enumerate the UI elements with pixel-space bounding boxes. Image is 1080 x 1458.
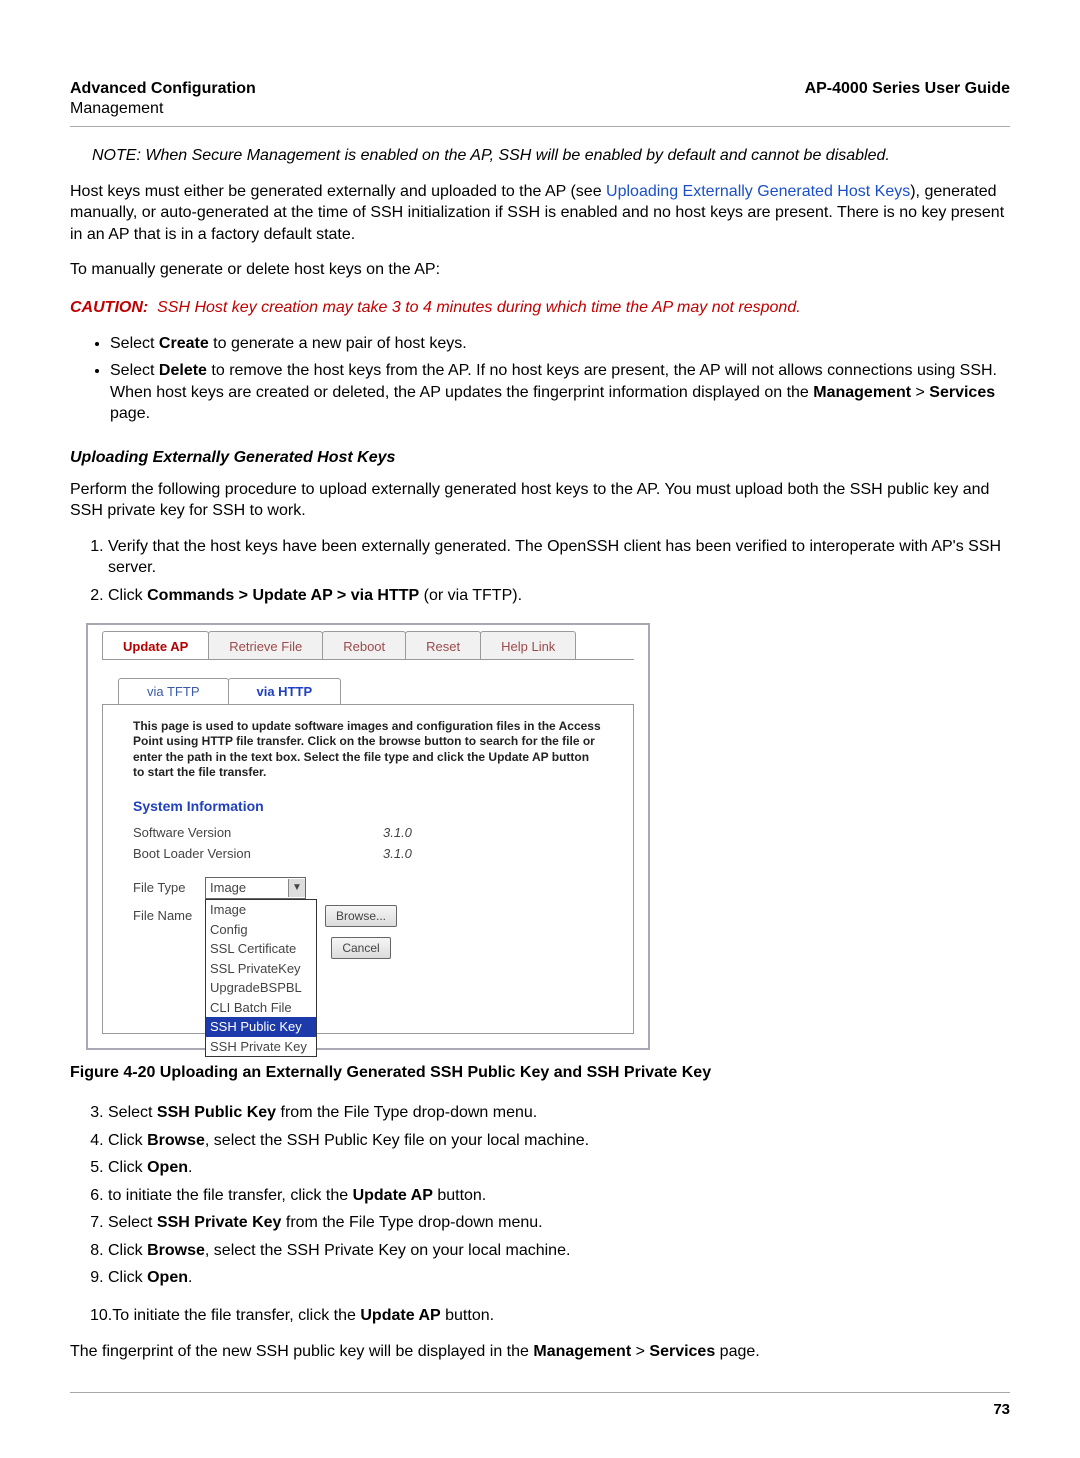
list-item: Click Open. <box>108 1267 1010 1289</box>
browse-button[interactable]: Browse... <box>325 905 397 927</box>
tab-help-link[interactable]: Help Link <box>480 631 576 660</box>
tab-reboot[interactable]: Reboot <box>322 631 406 660</box>
list-item: Select SSH Public Key from the File Type… <box>108 1102 1010 1124</box>
header-guide-title: AP-4000 Series User Guide <box>805 80 1010 98</box>
list-item: Click Commands > Update AP > via HTTP (o… <box>108 585 1010 607</box>
subtab-via-tftp[interactable]: via TFTP <box>118 678 229 704</box>
sysinfo-title: System Information <box>133 797 619 816</box>
header-section-title: Advanced Configuration <box>70 80 256 98</box>
footer-rule <box>70 1392 1010 1393</box>
list-item: Select Create to generate a new pair of … <box>110 333 1010 355</box>
file-type-value: Image <box>210 879 288 897</box>
list-item: Verify that the host keys have been exte… <box>108 536 1010 579</box>
dropdown-option[interactable]: SSL Certificate <box>206 939 316 959</box>
panel-description: This page is used to update software ima… <box>133 719 603 781</box>
link-upload-hostkeys[interactable]: Uploading Externally Generated Host Keys <box>606 183 910 200</box>
row-file-type: File Type Image ▼ Image Config SSL Certi… <box>133 877 619 899</box>
list-item: Select SSH Private Key from the File Typ… <box>108 1212 1010 1234</box>
dropdown-option[interactable]: CLI Batch File <box>206 998 316 1018</box>
tab-retrieve-file[interactable]: Retrieve File <box>208 631 323 660</box>
figure-caption: Figure 4-20 Uploading an Externally Gene… <box>70 1062 1010 1084</box>
dropdown-option[interactable]: SSL PrivateKey <box>206 959 316 979</box>
dropdown-option[interactable]: SSH Private Key <box>206 1037 316 1057</box>
label-bootloader-version: Boot Loader Version <box>133 845 383 863</box>
label-file-type: File Type <box>133 877 205 897</box>
paragraph-upload-intro: Perform the following procedure to uploa… <box>70 479 1010 522</box>
caution-paragraph: CAUTION: SSH Host key creation may take … <box>70 297 1010 319</box>
note-label: NOTE: <box>92 147 141 164</box>
update-panel: This page is used to update software ima… <box>102 704 634 1035</box>
paragraph-manual: To manually generate or delete host keys… <box>70 259 1010 281</box>
bullet-list: Select Create to generate a new pair of … <box>70 333 1010 425</box>
tab-reset[interactable]: Reset <box>405 631 481 660</box>
chevron-down-icon: ▼ <box>288 879 305 897</box>
cancel-button[interactable]: Cancel <box>331 937 390 959</box>
dropdown-option-selected[interactable]: SSH Public Key <box>206 1017 316 1037</box>
top-tabs: Update AP Retrieve File Reboot Reset Hel… <box>88 625 648 660</box>
label-file-name: File Name <box>133 905 205 925</box>
value-software-version: 3.1.0 <box>383 824 412 842</box>
header-rule <box>70 126 1010 127</box>
list-item: Click Open. <box>108 1157 1010 1179</box>
note-text: When Secure Management is enabled on the… <box>145 147 890 164</box>
sub-tabs: via TFTP via HTTP <box>88 660 648 704</box>
subtab-via-http[interactable]: via HTTP <box>228 678 342 704</box>
row-software-version: Software Version 3.1.0 <box>133 824 619 842</box>
caution-text: SSH Host key creation may take 3 to 4 mi… <box>157 299 801 316</box>
dropdown-option[interactable]: Config <box>206 920 316 940</box>
subheading-upload: Uploading Externally Generated Host Keys <box>70 447 1010 469</box>
dropdown-option[interactable]: UpgradeBSPBL <box>206 978 316 998</box>
list-item: Click Browse, select the SSH Public Key … <box>108 1130 1010 1152</box>
header-subsection: Management <box>70 100 1010 118</box>
file-type-dropdown[interactable]: Image Config SSL Certificate SSL Private… <box>205 899 317 1057</box>
list-item: to initiate the file transfer, click the… <box>108 1185 1010 1207</box>
page-number: 73 <box>70 1401 1010 1418</box>
steps-3-9: Select SSH Public Key from the File Type… <box>70 1102 1010 1289</box>
value-bootloader-version: 3.1.0 <box>383 845 412 863</box>
caution-label: CAUTION: <box>70 299 148 316</box>
embedded-ui-panel: Update AP Retrieve File Reboot Reset Hel… <box>86 623 650 1051</box>
paragraph-fingerprint: The fingerprint of the new SSH public ke… <box>70 1341 1010 1363</box>
file-type-select[interactable]: Image ▼ <box>205 877 306 899</box>
dropdown-option[interactable]: Image <box>206 900 316 920</box>
list-item: Click Browse, select the SSH Private Key… <box>108 1240 1010 1262</box>
list-item: Select Delete to remove the host keys fr… <box>110 360 1010 425</box>
steps-1-2: Verify that the host keys have been exte… <box>70 536 1010 607</box>
note-paragraph: NOTE: When Secure Management is enabled … <box>92 145 1010 167</box>
row-bootloader-version: Boot Loader Version 3.1.0 <box>133 845 619 863</box>
label-software-version: Software Version <box>133 824 383 842</box>
step-10: 10.To initiate the file transfer, click … <box>70 1305 1010 1327</box>
paragraph-hostkeys: Host keys must either be generated exter… <box>70 181 1010 246</box>
tab-update-ap[interactable]: Update AP <box>102 631 209 660</box>
